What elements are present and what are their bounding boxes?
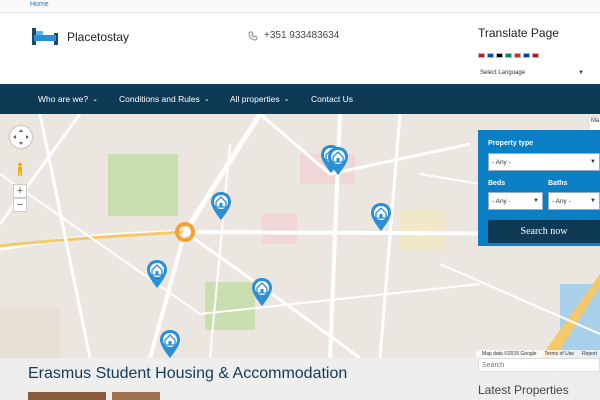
nav-item-label: Contact Us — [311, 94, 354, 104]
baths-select[interactable]: - Any - ▼ — [548, 192, 600, 210]
map-credit-text: Map data ©2015 Google — [481, 351, 537, 357]
beds-value: - Any - — [492, 197, 511, 205]
language-flag-icon[interactable] — [505, 53, 512, 58]
property-thumbnail[interactable] — [28, 392, 106, 400]
chevron-down-icon: ⌄ — [283, 96, 290, 103]
beds-label: Beds — [488, 180, 506, 187]
map-attribution: Map data ©2015 Google Terms of Use Repor… — [475, 350, 600, 358]
language-flag-icon[interactable] — [478, 53, 485, 58]
property-marker-icon[interactable] — [160, 330, 180, 358]
phone-icon — [248, 31, 258, 40]
home-link[interactable]: Home — [30, 1, 49, 8]
main-nav: Who are we? ⌄ Conditions and Rules ⌄ All… — [0, 84, 600, 114]
property-type-select[interactable]: - Any - ▼ — [488, 153, 600, 171]
top-bar: Home — [0, 0, 600, 13]
map-type-button[interactable]: Ma — [590, 118, 600, 130]
map-terms-link[interactable]: Terms of Use — [545, 351, 574, 357]
property-marker-icon[interactable] — [371, 203, 391, 231]
property-marker-icon[interactable] — [147, 260, 167, 288]
chevron-down-icon: ⌄ — [203, 96, 210, 103]
nav-item-label: Who are we? — [38, 94, 89, 104]
nav-item-label: Conditions and Rules — [119, 94, 200, 104]
zoom-out-button[interactable]: − — [13, 198, 27, 212]
translate-title: Translate Page — [478, 26, 559, 40]
language-flags — [478, 53, 539, 58]
nav-item-who-are-we[interactable]: Who are we? ⌄ — [38, 84, 98, 114]
phone-contact: +351 933483634 — [248, 30, 339, 41]
zoom-in-button[interactable]: + — [13, 184, 27, 198]
nav-item-label: All properties — [230, 94, 280, 104]
property-thumbnail[interactable] — [112, 392, 160, 400]
nav-item-contact[interactable]: Contact Us — [311, 84, 353, 114]
language-flag-icon[interactable] — [523, 53, 530, 58]
chevron-down-icon: ▼ — [590, 159, 596, 165]
site-name[interactable]: Placetostay — [67, 30, 129, 44]
chevron-down-icon: ▼ — [578, 69, 584, 76]
phone-number: +351 933483634 — [264, 30, 340, 41]
latest-properties-title: Latest Properties — [478, 383, 569, 397]
site-header: Placetostay +351 933483634 Translate Pag… — [0, 13, 600, 83]
pegman-icon[interactable] — [16, 162, 24, 176]
nav-item-all-properties[interactable]: All properties ⌄ — [230, 84, 289, 114]
language-select-value: Select Language — [480, 69, 526, 76]
property-marker-icon[interactable] — [252, 278, 272, 306]
property-search-panel: Property type - Any - ▼ Beds - Any - ▼ B… — [478, 130, 600, 246]
language-flag-icon[interactable] — [532, 53, 539, 58]
chevron-down-icon: ▼ — [533, 198, 539, 204]
nav-item-conditions[interactable]: Conditions and Rules ⌄ — [119, 84, 210, 114]
baths-value: - Any - — [552, 197, 571, 205]
chevron-down-icon: ⌄ — [92, 96, 98, 103]
language-flag-icon[interactable] — [514, 53, 521, 58]
sidebar-search-input[interactable] — [478, 358, 600, 372]
language-select[interactable]: Select Language ▼ — [478, 66, 586, 79]
property-type-value: - Any - — [492, 158, 511, 166]
chevron-down-icon: ▼ — [590, 198, 596, 204]
pan-control[interactable] — [10, 126, 32, 148]
language-flag-icon[interactable] — [487, 53, 494, 58]
map-report-link[interactable]: Report — [582, 351, 597, 357]
property-type-label: Property type — [488, 140, 534, 147]
baths-label: Baths — [548, 180, 568, 187]
pan-arrows-icon — [13, 129, 29, 145]
bed-logo-icon[interactable] — [30, 25, 60, 47]
language-flag-icon[interactable] — [496, 53, 503, 58]
search-now-button[interactable]: Search now — [488, 220, 600, 243]
page-heading: Erasmus Student Housing & Accommodation — [28, 365, 348, 382]
property-marker-icon[interactable] — [211, 192, 231, 220]
beds-select[interactable]: - Any - ▼ — [488, 192, 543, 210]
